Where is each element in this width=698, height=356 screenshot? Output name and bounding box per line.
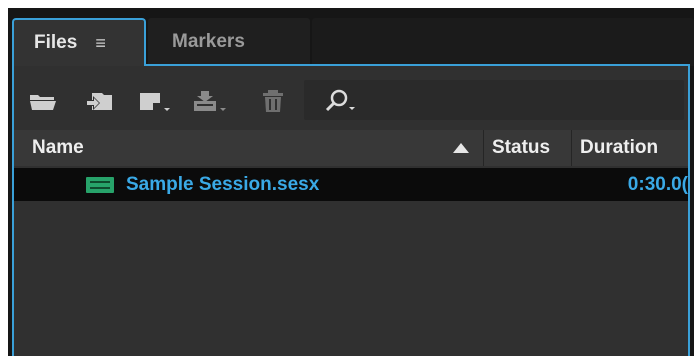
tab-markers-label: Markers: [172, 31, 245, 52]
column-header-name[interactable]: Name: [14, 130, 484, 166]
search-button[interactable]: [322, 88, 358, 114]
trash-icon: [263, 90, 283, 112]
files-panel: Files ≡ Markers Name Status Duration Sam…: [8, 8, 694, 356]
files-toolbar: [14, 74, 688, 128]
search-field[interactable]: [304, 80, 684, 120]
column-header-name-label: Name: [32, 137, 84, 158]
tab-bar: Files ≡ Markers: [8, 8, 694, 66]
table-header: Name Status Duration: [14, 130, 688, 166]
import-file-button[interactable]: [84, 88, 114, 114]
column-header-status[interactable]: Status: [484, 130, 572, 166]
file-duration-value: 0:30.0(: [627, 174, 688, 195]
table-row[interactable]: Sample Session.sesx 0:30.0(: [14, 168, 688, 201]
insert-into-multitrack-button[interactable]: [192, 88, 228, 114]
open-file-button[interactable]: [28, 88, 58, 114]
tab-files[interactable]: Files ≡: [12, 18, 146, 66]
app-frame: Files ≡ Markers Name Status Duration Sam…: [0, 0, 698, 356]
search-icon: [325, 89, 355, 112]
column-header-duration-label: Duration: [580, 137, 659, 158]
new-file-icon: [140, 93, 170, 111]
sort-ascending-icon[interactable]: [453, 143, 469, 153]
column-header-status-label: Status: [492, 137, 551, 158]
import-icon: [85, 93, 112, 110]
file-name: Sample Session.sesx: [126, 174, 320, 195]
delete-button[interactable]: [260, 88, 286, 114]
new-file-button[interactable]: [138, 88, 172, 114]
column-header-duration[interactable]: Duration: [572, 130, 688, 166]
file-duration: 0:30.0(: [594, 168, 688, 201]
insert-icon: [194, 91, 226, 111]
hamburger-menu-icon[interactable]: ≡: [95, 33, 106, 54]
folder-open-icon: [30, 95, 56, 110]
tab-markers[interactable]: Markers: [148, 18, 310, 66]
tab-bar-empty-area: [312, 18, 694, 66]
multitrack-session-icon: [86, 177, 114, 193]
tab-files-label: Files: [34, 32, 78, 53]
panel-content: Name Status Duration Sample Session.sesx…: [12, 64, 690, 356]
